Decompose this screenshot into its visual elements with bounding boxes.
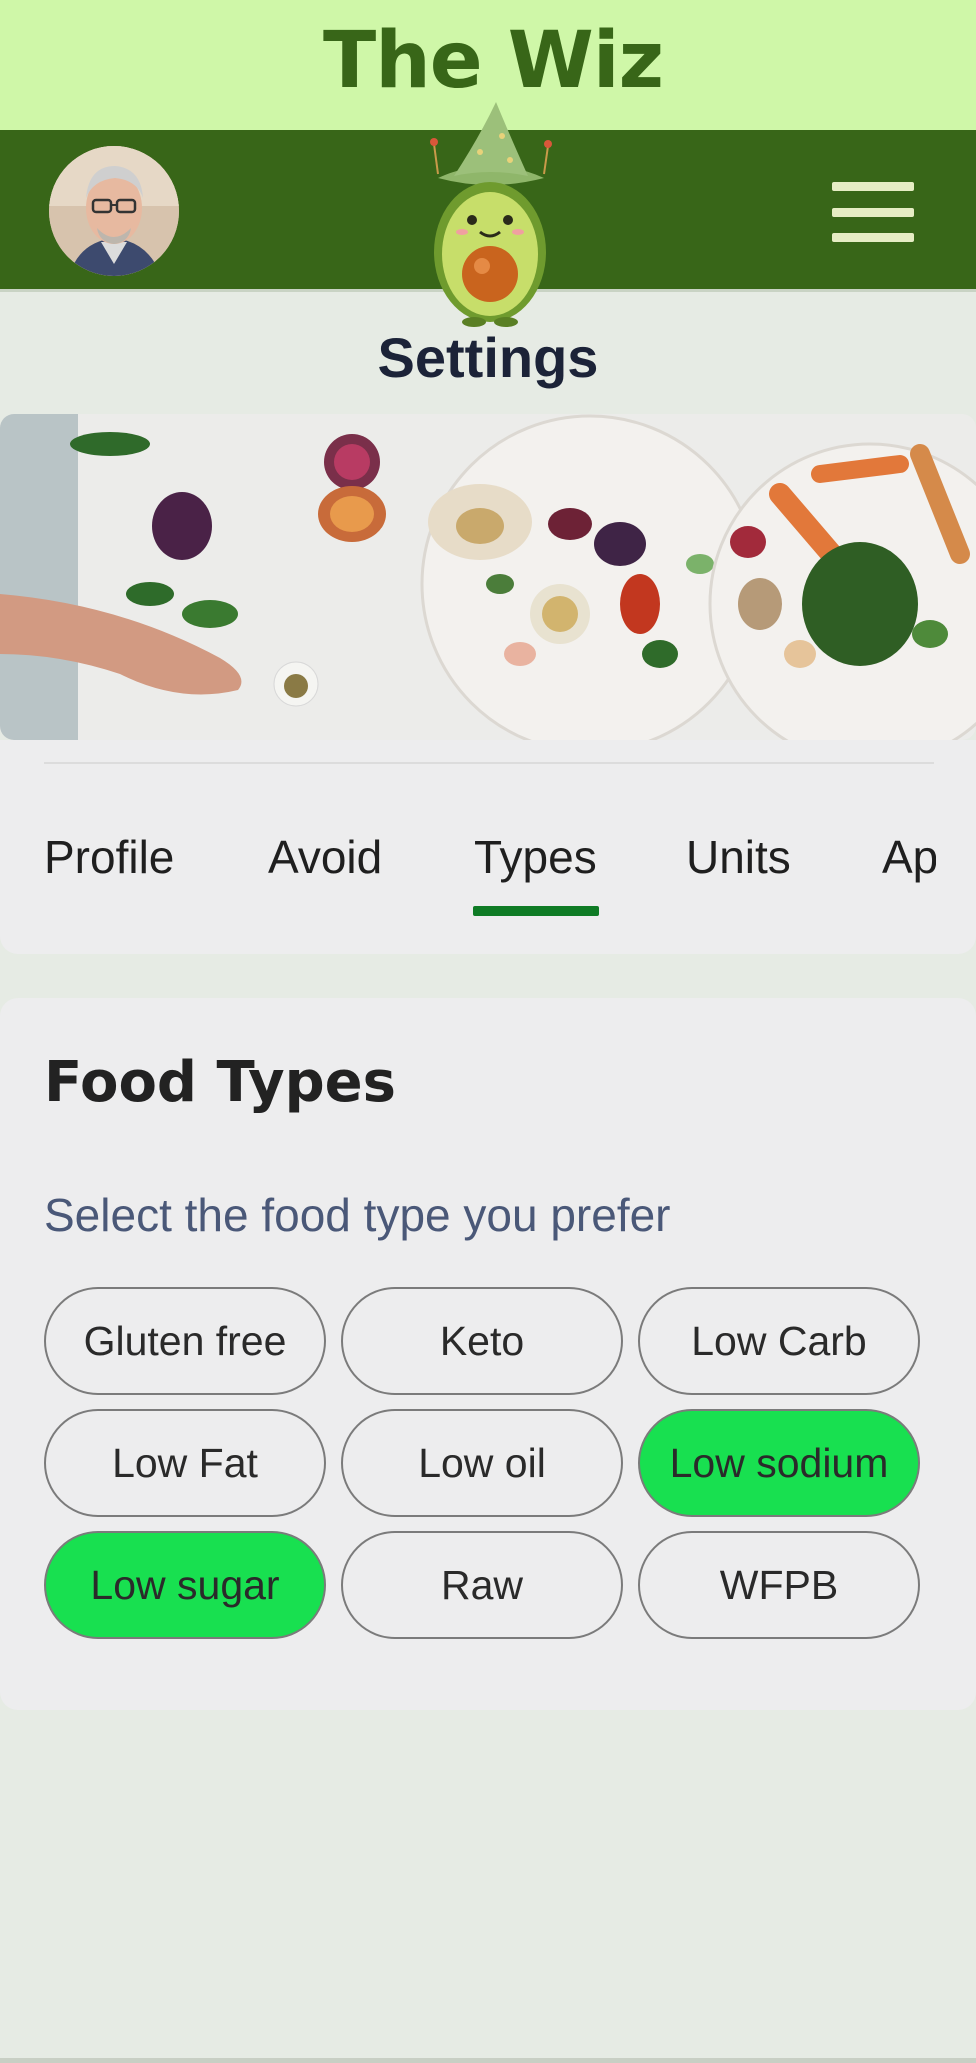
tab-types[interactable]: Types — [474, 830, 597, 884]
page-title: Settings — [377, 326, 599, 389]
food-banner-image — [0, 414, 976, 740]
tab-avoid[interactable]: Avoid — [268, 830, 382, 884]
chip-gluten-free[interactable]: Gluten free — [44, 1287, 326, 1395]
hamburger-menu-icon — [832, 182, 914, 191]
app-title: The Wiz — [323, 16, 664, 106]
bottom-edge — [0, 2058, 976, 2063]
tabs-card: Profile Avoid Types Units Ap — [0, 740, 976, 954]
chip-wfpb[interactable]: WFPB — [638, 1531, 920, 1639]
settings-page: The Wiz Settings Profile Avoid Types Uni… — [0, 0, 976, 2063]
active-tab-indicator — [473, 906, 599, 916]
avocado-wizard-logo — [430, 102, 552, 327]
avatar[interactable] — [49, 146, 179, 276]
chip-low-sugar[interactable]: Low sugar — [44, 1531, 326, 1639]
tab-bar: Profile Avoid Types Units Ap — [44, 830, 936, 910]
chip-low-oil[interactable]: Low oil — [341, 1409, 623, 1517]
food-types-heading: Food Types — [44, 1050, 396, 1115]
tab-units[interactable]: Units — [686, 830, 791, 884]
tab-profile[interactable]: Profile — [44, 830, 174, 884]
food-types-subheading: Select the food type you prefer — [44, 1189, 671, 1241]
chip-low-fat[interactable]: Low Fat — [44, 1409, 326, 1517]
divider — [44, 762, 934, 764]
avatar-photo — [49, 146, 179, 276]
chip-keto[interactable]: Keto — [341, 1287, 623, 1395]
chip-raw[interactable]: Raw — [341, 1531, 623, 1639]
menu-button[interactable] — [832, 182, 914, 242]
chip-low-carb[interactable]: Low Carb — [638, 1287, 920, 1395]
chip-low-sodium[interactable]: Low sodium — [638, 1409, 920, 1517]
tab-ap[interactable]: Ap — [882, 830, 936, 884]
